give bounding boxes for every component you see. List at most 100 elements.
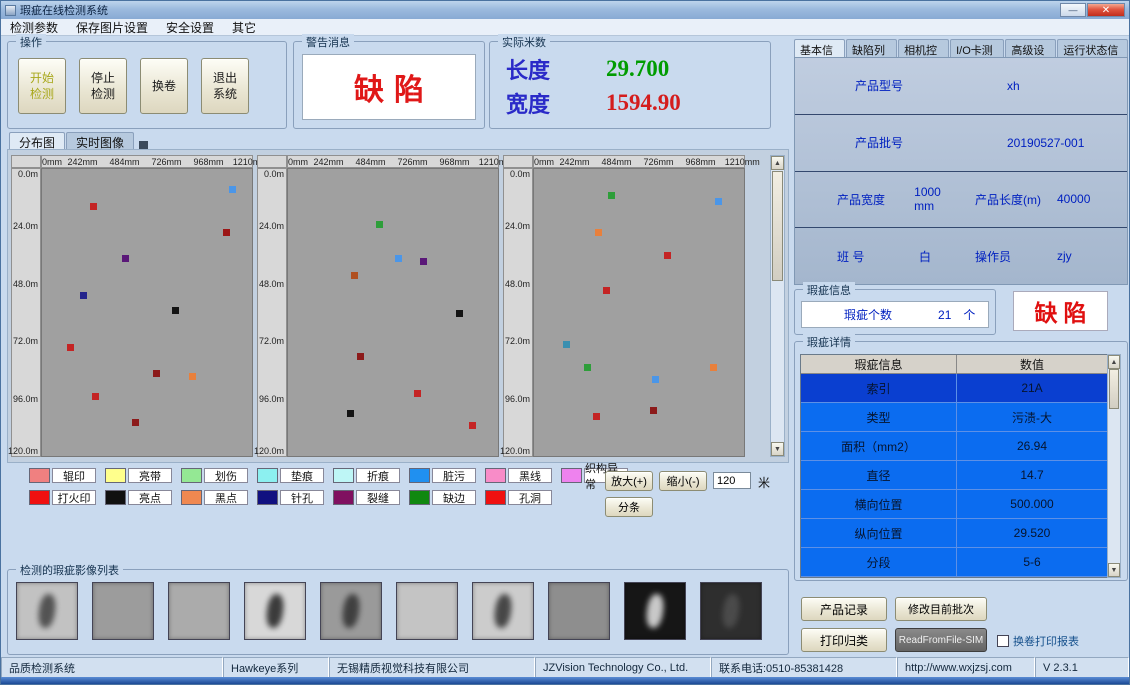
- info-row: 班 号白操作员zjy: [795, 228, 1127, 284]
- scrollbar-thumb[interactable]: [772, 171, 783, 281]
- operation-button[interactable]: 开始 检测: [18, 58, 66, 114]
- length-input[interactable]: [713, 472, 751, 489]
- defect-marker[interactable]: [132, 419, 139, 426]
- distribution-plot[interactable]: [41, 168, 253, 457]
- scroll-up-icon[interactable]: ▲: [1108, 355, 1120, 369]
- table-scrollbar[interactable]: ▲ ▼: [1107, 354, 1121, 578]
- table-header-name: 瑕疵信息: [801, 355, 957, 373]
- defect-marker[interactable]: [351, 272, 358, 279]
- distribution-plot[interactable]: [287, 168, 499, 457]
- defect-marker[interactable]: [92, 393, 99, 400]
- close-button[interactable]: ✕: [1087, 3, 1125, 17]
- defect-marker[interactable]: [650, 407, 657, 414]
- defect-table-row[interactable]: 索引21A: [801, 374, 1107, 403]
- defect-marker[interactable]: [90, 203, 97, 210]
- menu-item[interactable]: 其它: [223, 19, 265, 36]
- defect-thumbnail[interactable]: [244, 582, 306, 640]
- split-button[interactable]: 分条: [605, 497, 653, 517]
- operation-button[interactable]: 换卷: [140, 58, 188, 114]
- defect-thumbnail[interactable]: [168, 582, 230, 640]
- defect-marker[interactable]: [67, 344, 74, 351]
- defect-marker[interactable]: [420, 258, 427, 265]
- defect-table-row[interactable]: 类型污渍-大: [801, 403, 1107, 432]
- scroll-down-icon[interactable]: ▼: [1108, 563, 1120, 577]
- meter-value: 1594.90: [606, 90, 681, 116]
- defect-marker[interactable]: [595, 229, 602, 236]
- menu-item[interactable]: 保存图片设置: [67, 19, 157, 36]
- legend-item: 缺边: [409, 490, 476, 505]
- scroll-up-icon[interactable]: ▲: [771, 156, 784, 170]
- defect-marker[interactable]: [376, 221, 383, 228]
- minimize-button[interactable]: —: [1060, 3, 1086, 17]
- defect-marker[interactable]: [395, 255, 402, 262]
- defect-thumbnail[interactable]: [16, 582, 78, 640]
- field-label: 产品长度(m): [975, 191, 1051, 208]
- distribution-plot[interactable]: [533, 168, 745, 457]
- defect-thumbnail[interactable]: [472, 582, 534, 640]
- app-icon: [5, 5, 16, 16]
- defect-marker[interactable]: [563, 341, 570, 348]
- defect-marker[interactable]: [456, 310, 463, 317]
- defect-marker[interactable]: [608, 192, 615, 199]
- defect-details-group: 瑕疵详情 瑕疵信息 数值 索引21A类型污渍-大面积（mm2）26.94直径14…: [794, 341, 1128, 581]
- defect-thumbnail[interactable]: [92, 582, 154, 640]
- defect-marker[interactable]: [584, 364, 591, 371]
- status-segment: 品质检测系统: [1, 657, 223, 679]
- defect-marker[interactable]: [715, 198, 722, 205]
- defect-marker[interactable]: [603, 287, 610, 294]
- defect-table-row[interactable]: 面积（mm2）26.94: [801, 432, 1107, 461]
- defect-thumbnail[interactable]: [396, 582, 458, 640]
- operation-button[interactable]: 停止 检测: [79, 58, 127, 114]
- defect-thumbnail[interactable]: [700, 582, 762, 640]
- product-record-button[interactable]: 产品记录: [801, 597, 887, 621]
- defect-marker[interactable]: [172, 307, 179, 314]
- defect-marker[interactable]: [122, 255, 129, 262]
- legend-swatch: [485, 490, 506, 505]
- defect-marker[interactable]: [414, 390, 421, 397]
- defect-table-row[interactable]: 分段5-6: [801, 548, 1107, 577]
- x-ruler: 0mm242mm484mm726mm968mm1210mm: [41, 155, 253, 168]
- status-segment: Hawkeye系列: [223, 657, 329, 679]
- defect-table-row[interactable]: 横向位置500.000: [801, 490, 1107, 519]
- defect-marker[interactable]: [664, 252, 671, 259]
- info-cell: 产品型号xh: [795, 77, 1127, 94]
- defect-marker[interactable]: [229, 186, 236, 193]
- defect-marker[interactable]: [347, 410, 354, 417]
- thumbnail-blob: [721, 593, 742, 629]
- modify-batch-button[interactable]: 修改目前批次: [895, 597, 987, 621]
- defect-marker[interactable]: [593, 413, 600, 420]
- defect-marker[interactable]: [357, 353, 364, 360]
- plot-scrollbar[interactable]: ▲ ▼: [770, 155, 785, 457]
- menu-item[interactable]: 检测参数: [1, 19, 67, 36]
- menu-item[interactable]: 安全设置: [157, 19, 223, 36]
- defect-marker[interactable]: [153, 370, 160, 377]
- print-classify-button[interactable]: 打印归类: [801, 628, 887, 652]
- defect-table-row[interactable]: 直径14.7: [801, 461, 1107, 490]
- roll-print-checkbox[interactable]: [997, 635, 1009, 647]
- defect-marker[interactable]: [80, 292, 87, 299]
- defect-thumbnail[interactable]: [320, 582, 382, 640]
- defect-thumbnail[interactable]: [548, 582, 610, 640]
- ruler-corner: [503, 155, 533, 168]
- x-tick-label: 968mm: [685, 157, 715, 167]
- scroll-down-icon[interactable]: ▼: [771, 442, 784, 456]
- defect-table-row[interactable]: 纵向位置29.520: [801, 519, 1107, 548]
- defect-marker[interactable]: [223, 229, 230, 236]
- legend-label: 脏污: [432, 468, 476, 483]
- operation-button[interactable]: 退出 系统: [201, 58, 249, 114]
- defect-field-value: 5-6: [957, 548, 1107, 576]
- defect-thumbnail[interactable]: [624, 582, 686, 640]
- defect-field-value: 29.520: [957, 519, 1107, 547]
- legend-item: 折痕: [333, 468, 400, 483]
- defect-marker[interactable]: [189, 373, 196, 380]
- defect-marker[interactable]: [469, 422, 476, 429]
- read-from-file-button[interactable]: ReadFromFile-SIM: [895, 628, 987, 652]
- defect-marker[interactable]: [652, 376, 659, 383]
- y-tick-label: 120.0m: [500, 446, 530, 456]
- zoom-out-button[interactable]: 缩小(-): [659, 471, 707, 491]
- x-tick-label: 484mm: [109, 157, 139, 167]
- table-header-value: 数值: [957, 355, 1107, 373]
- zoom-in-button[interactable]: 放大(+): [605, 471, 653, 491]
- scrollbar-thumb[interactable]: [1109, 369, 1119, 409]
- defect-marker[interactable]: [710, 364, 717, 371]
